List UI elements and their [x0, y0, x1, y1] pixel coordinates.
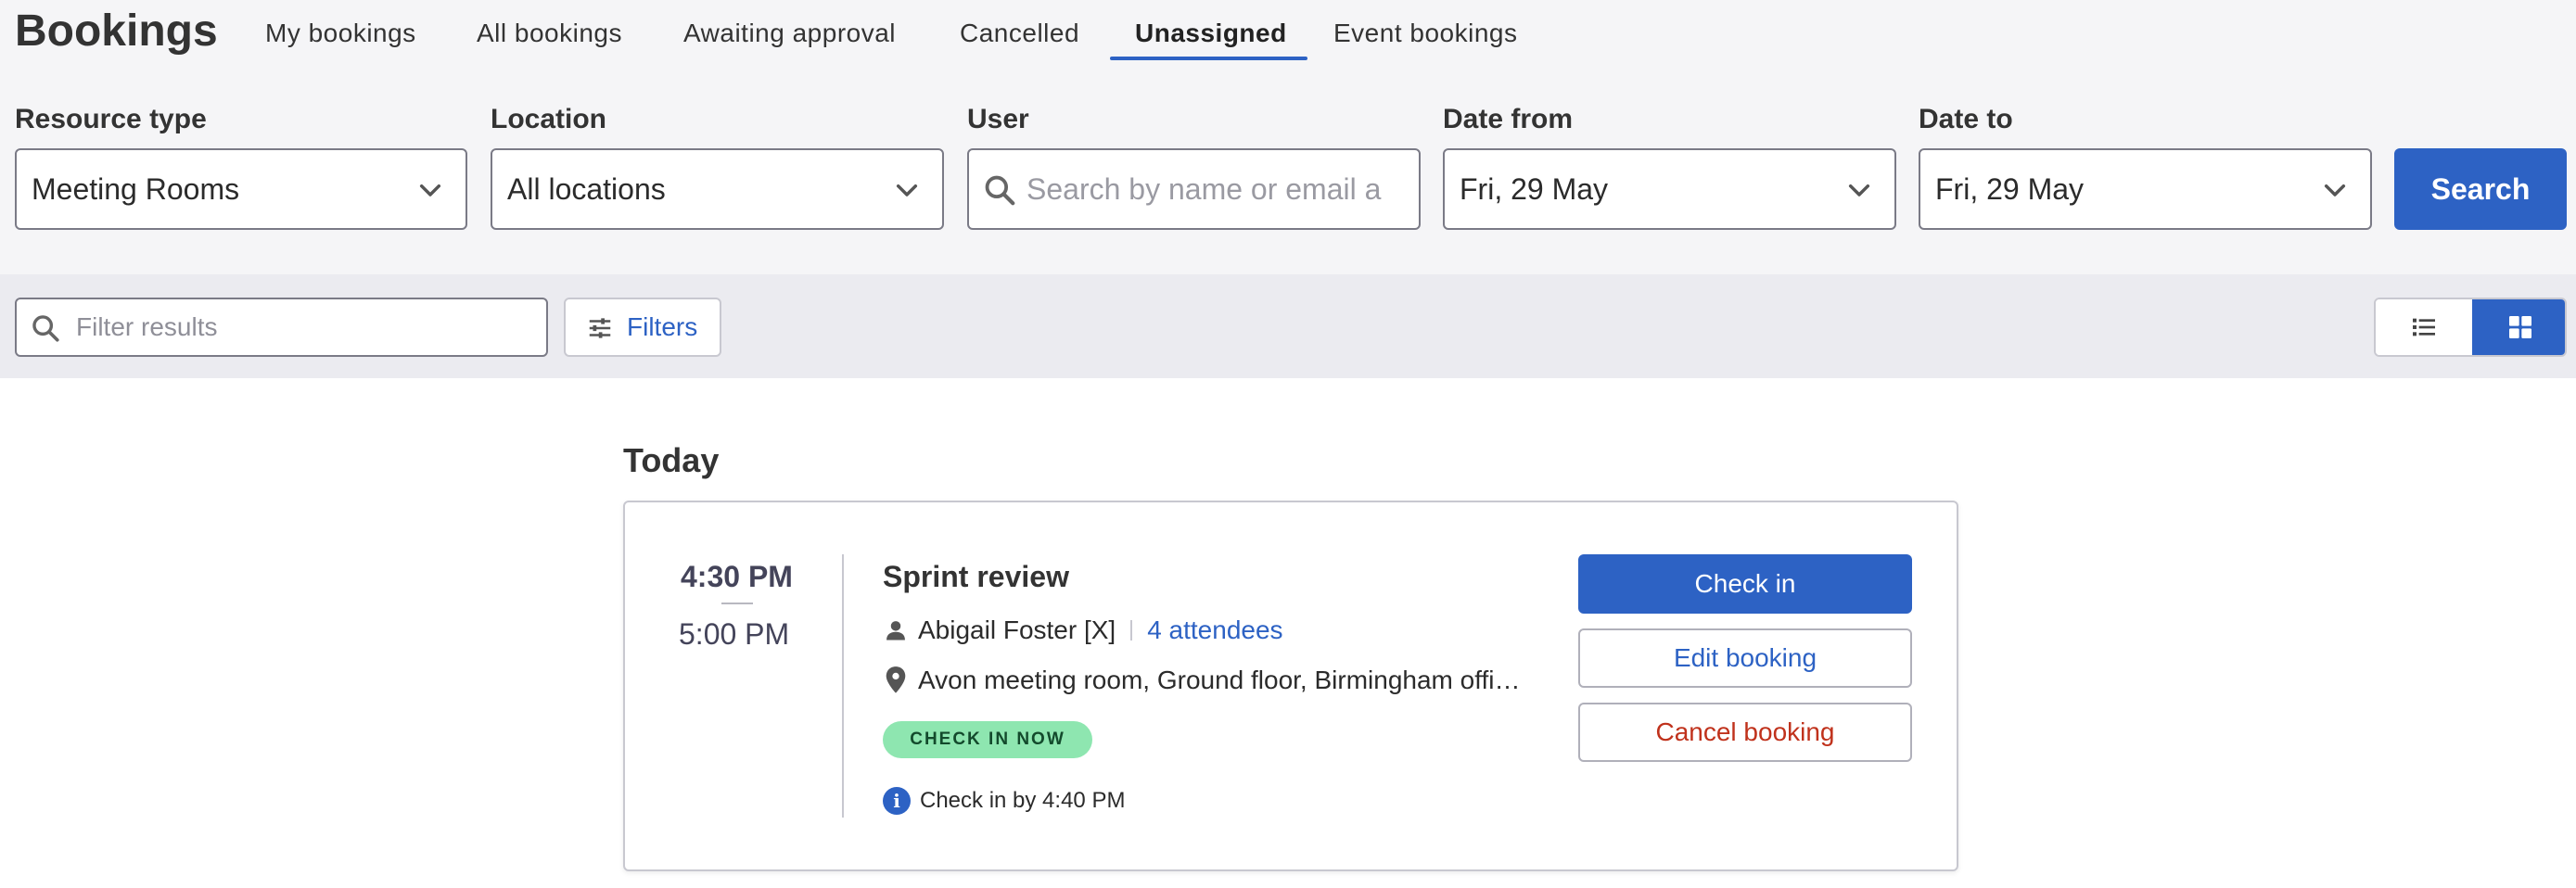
cancel-booking-button[interactable]: Cancel booking: [1578, 703, 1912, 762]
filters-button[interactable]: Filters: [564, 298, 721, 357]
tab-unassigned[interactable]: Unassigned: [1135, 19, 1287, 48]
section-title: Today: [623, 441, 720, 479]
search-icon: [985, 175, 1015, 206]
tab-awaiting-approval[interactable]: Awaiting approval: [683, 19, 896, 48]
location-value: All locations: [507, 171, 666, 206]
tab-event-bookings[interactable]: Event bookings: [1333, 19, 1517, 48]
search-panel: Bookings My bookings All bookings Awaiti…: [0, 0, 2576, 274]
booking-location: Avon meeting room, Ground floor, Birming…: [918, 666, 1521, 694]
check-in-note-row: i Check in by 4:40 PM: [883, 786, 1125, 816]
booking-location-row: Avon meeting room, Ground floor, Birming…: [883, 664, 1550, 697]
active-tab-indicator: [1110, 57, 1307, 60]
tab-all-bookings[interactable]: All bookings: [477, 19, 622, 48]
sliders-icon: [589, 318, 611, 338]
booking-title: Sprint review: [883, 560, 1069, 593]
check-in-button[interactable]: Check in: [1578, 554, 1912, 614]
person-icon: [886, 621, 905, 641]
chevron-down-icon: [419, 184, 441, 197]
booking-end-time: 5:00 PM: [679, 617, 790, 651]
page-title: Bookings: [15, 6, 218, 56]
user-label: User: [967, 104, 1029, 134]
filter-results-input[interactable]: Filter results: [15, 298, 548, 357]
date-from-label: Date from: [1443, 104, 1574, 134]
status-badge: CHECK IN NOW: [883, 721, 1092, 758]
grid-view-button[interactable]: [2472, 299, 2565, 355]
chevron-down-icon: [1848, 184, 1870, 197]
tab-my-bookings[interactable]: My bookings: [265, 19, 416, 48]
resource-type-value: Meeting Rooms: [32, 171, 240, 206]
date-to-value: Fri, 29 May: [1935, 171, 2085, 206]
list-view-button[interactable]: [2376, 299, 2472, 355]
booking-card: 4:30 PM 5:00 PM Sprint review Abigail Fo…: [623, 501, 1958, 871]
resource-type-label: Resource type: [15, 104, 207, 134]
list-icon: [2413, 318, 2435, 336]
date-from-select[interactable]: Fri, 29 May: [1443, 148, 1896, 230]
time-divider: [721, 603, 753, 604]
location-pin-icon: [886, 666, 906, 693]
info-icon: i: [883, 787, 911, 815]
separator: [1130, 620, 1133, 641]
check-in-note: Check in by 4:40 PM: [920, 788, 1126, 813]
location-select[interactable]: All locations: [491, 148, 944, 230]
chevron-down-icon: [896, 184, 918, 197]
filter-results-placeholder: Filter results: [76, 312, 218, 341]
date-from-value: Fri, 29 May: [1460, 171, 1609, 206]
booking-organizer-row: Abigail Foster [X] 4 attendees: [883, 614, 1283, 647]
filter-bar: Filter results Filters: [0, 274, 2576, 378]
tab-cancelled[interactable]: Cancelled: [960, 19, 1079, 48]
booking-start-time: 4:30 PM: [681, 560, 793, 593]
booking-organizer: Abigail Foster [X]: [918, 615, 1116, 644]
user-search-input[interactable]: Search by name or email a: [967, 148, 1421, 230]
edit-booking-button[interactable]: Edit booking: [1578, 628, 1912, 688]
filters-button-label: Filters: [627, 312, 698, 341]
date-to-label: Date to: [1919, 104, 2013, 134]
card-divider: [842, 554, 844, 818]
search-icon: [32, 315, 59, 342]
date-to-select[interactable]: Fri, 29 May: [1919, 148, 2372, 230]
user-search-placeholder: Search by name or email a: [1027, 171, 1382, 206]
view-toggle: [2374, 298, 2567, 357]
location-label: Location: [491, 104, 606, 134]
grid-icon: [2509, 316, 2531, 338]
search-button[interactable]: Search: [2394, 148, 2567, 230]
resource-type-select[interactable]: Meeting Rooms: [15, 148, 467, 230]
attendees-link[interactable]: 4 attendees: [1147, 615, 1282, 645]
chevron-down-icon: [2324, 184, 2346, 197]
